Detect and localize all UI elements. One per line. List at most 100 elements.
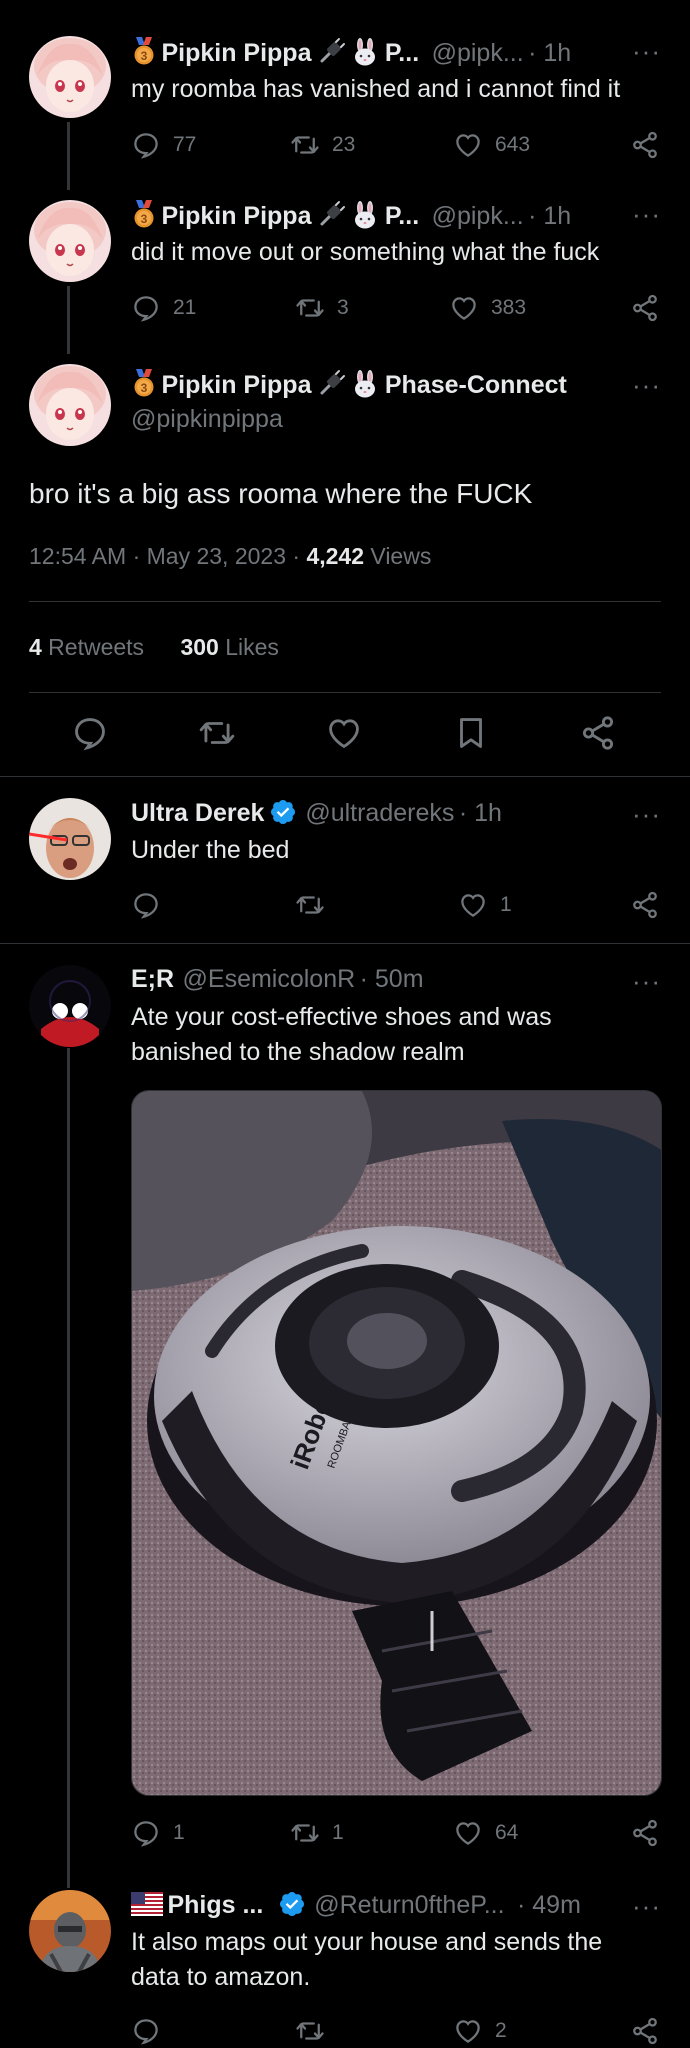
- heart-icon: [453, 1818, 483, 1848]
- handle[interactable]: @pipkinpippa: [131, 405, 283, 434]
- plug-icon: [316, 369, 346, 399]
- avatar[interactable]: [29, 36, 111, 118]
- reply-icon: [131, 890, 161, 920]
- tweet-header: Pipkin Pippa P... @pipk... · 1h: [131, 199, 571, 231]
- divider: [29, 692, 661, 693]
- avatar[interactable]: [29, 798, 111, 880]
- retweets-stat[interactable]: 4 Retweets: [29, 634, 144, 660]
- share-button[interactable]: [630, 1818, 660, 1848]
- handle[interactable]: @pipk...: [432, 202, 524, 230]
- thread-line: [67, 1048, 70, 1888]
- reply-icon: [131, 130, 161, 160]
- like-button[interactable]: 643: [453, 130, 530, 160]
- like-count: 383: [491, 296, 527, 319]
- like-count: 1: [500, 893, 512, 916]
- bookmark-icon: [452, 714, 490, 752]
- retweet-button[interactable]: [295, 890, 337, 920]
- more-icon[interactable]: ···: [632, 36, 661, 67]
- divider: [29, 601, 661, 602]
- retweet-button[interactable]: [295, 2016, 337, 2046]
- reply-text: Under the bed: [131, 836, 290, 864]
- likes-stat[interactable]: 300 Likes: [180, 634, 278, 660]
- like-button[interactable]: 64: [453, 1818, 518, 1848]
- avatar[interactable]: [29, 364, 111, 446]
- engagement-stats: 4 Retweets 300 Likes: [29, 634, 279, 661]
- share-button[interactable]: [579, 714, 617, 752]
- display-name[interactable]: Ultra Derek: [131, 799, 264, 827]
- timestamp[interactable]: · 50m: [360, 965, 424, 993]
- name-suffix[interactable]: P...: [385, 202, 419, 230]
- main-tweet-text: bro it's a big ass rooma where the FUCK: [29, 478, 533, 509]
- handle[interactable]: @Return0ftheP...: [314, 1891, 504, 1919]
- tweet-header: Pipkin Pippa P... @pipk... · 1h: [131, 36, 571, 68]
- reply-button[interactable]: 1: [131, 1818, 185, 1848]
- avatar[interactable]: [29, 965, 111, 1047]
- bunny-icon: [350, 200, 380, 230]
- retweet-button[interactable]: [198, 714, 236, 752]
- avatar[interactable]: [29, 1890, 111, 1972]
- reply-button[interactable]: [131, 2016, 173, 2046]
- display-name[interactable]: Pipkin Pippa: [161, 39, 311, 67]
- reply-button[interactable]: [71, 714, 109, 752]
- retweet-icon: [290, 1818, 320, 1848]
- thread-line: [67, 286, 70, 354]
- timestamp[interactable]: · 49m: [517, 1891, 581, 1919]
- avatar[interactable]: [29, 200, 111, 282]
- share-button[interactable]: [630, 130, 660, 160]
- share-button[interactable]: [630, 293, 660, 323]
- timestamp[interactable]: · 1h: [528, 202, 571, 230]
- bunny-icon: [350, 369, 380, 399]
- reply-count: 21: [173, 296, 197, 319]
- name-suffix[interactable]: P...: [385, 39, 419, 67]
- more-icon[interactable]: ···: [632, 966, 661, 997]
- retweet-count: 1: [332, 1821, 344, 1844]
- more-icon[interactable]: ···: [632, 1891, 661, 1922]
- reply-button[interactable]: [131, 890, 173, 920]
- reply-text: It also maps out your house and sends th…: [131, 1928, 603, 1991]
- like-button[interactable]: 383: [449, 293, 526, 323]
- verified-badge-icon: [278, 1890, 306, 1918]
- name-suffix[interactable]: Phase-Connect: [385, 371, 567, 399]
- handle[interactable]: @ultradereks: [305, 799, 454, 827]
- tweet-text: my roomba has vanished and i cannot find…: [131, 75, 621, 103]
- bookmark-button[interactable]: [452, 714, 490, 752]
- share-button[interactable]: [630, 2016, 660, 2046]
- handle[interactable]: @EsemicolonR: [183, 965, 356, 993]
- heart-icon: [453, 2016, 483, 2046]
- views-label: Views: [364, 543, 432, 569]
- us-flag-icon: [131, 1892, 163, 1916]
- like-count: 64: [495, 1821, 519, 1844]
- more-icon[interactable]: ···: [632, 370, 661, 401]
- display-name[interactable]: E;R: [131, 965, 174, 993]
- reply-text: Ate your cost-effective shoes and was ba…: [131, 1003, 552, 1066]
- reply-button[interactable]: 77: [131, 130, 196, 160]
- timestamp[interactable]: · 1h: [459, 799, 502, 827]
- retweet-icon: [295, 2016, 325, 2046]
- retweet-button[interactable]: 1: [290, 1818, 344, 1848]
- reply-icon: [131, 1818, 161, 1848]
- more-icon[interactable]: ···: [632, 199, 661, 230]
- medal-icon: [131, 368, 157, 398]
- more-icon[interactable]: ···: [632, 799, 661, 830]
- like-button[interactable]: 1: [458, 890, 512, 920]
- timestamp[interactable]: · 1h: [528, 39, 571, 67]
- like-button[interactable]: 2: [453, 2016, 507, 2046]
- share-icon: [630, 2016, 660, 2046]
- post-timestamp[interactable]: 12:54 AM · May 23, 2023 ·: [29, 543, 306, 569]
- tweet-text: did it move out or something what the fu…: [131, 238, 600, 266]
- tweet-meta: 12:54 AM · May 23, 2023 · 4,242 Views: [29, 543, 431, 570]
- retweet-button[interactable]: 3: [295, 293, 349, 323]
- display-name[interactable]: Phigs ...: [167, 1891, 263, 1919]
- share-button[interactable]: [630, 890, 660, 920]
- reply-header: Ultra Derek @ultradereks · 1h: [131, 798, 502, 828]
- display-name[interactable]: Pipkin Pippa: [161, 371, 311, 399]
- reply-button[interactable]: 21: [131, 293, 196, 323]
- retweet-button[interactable]: 23: [290, 130, 355, 160]
- handle[interactable]: @pipk...: [432, 39, 524, 67]
- likes-label: Likes: [218, 634, 279, 660]
- divider: [0, 776, 690, 777]
- attached-photo[interactable]: iRobot ROOMBA: [131, 1090, 662, 1796]
- reply-icon: [71, 714, 109, 752]
- display-name[interactable]: Pipkin Pippa: [161, 202, 311, 230]
- like-button[interactable]: [325, 714, 363, 752]
